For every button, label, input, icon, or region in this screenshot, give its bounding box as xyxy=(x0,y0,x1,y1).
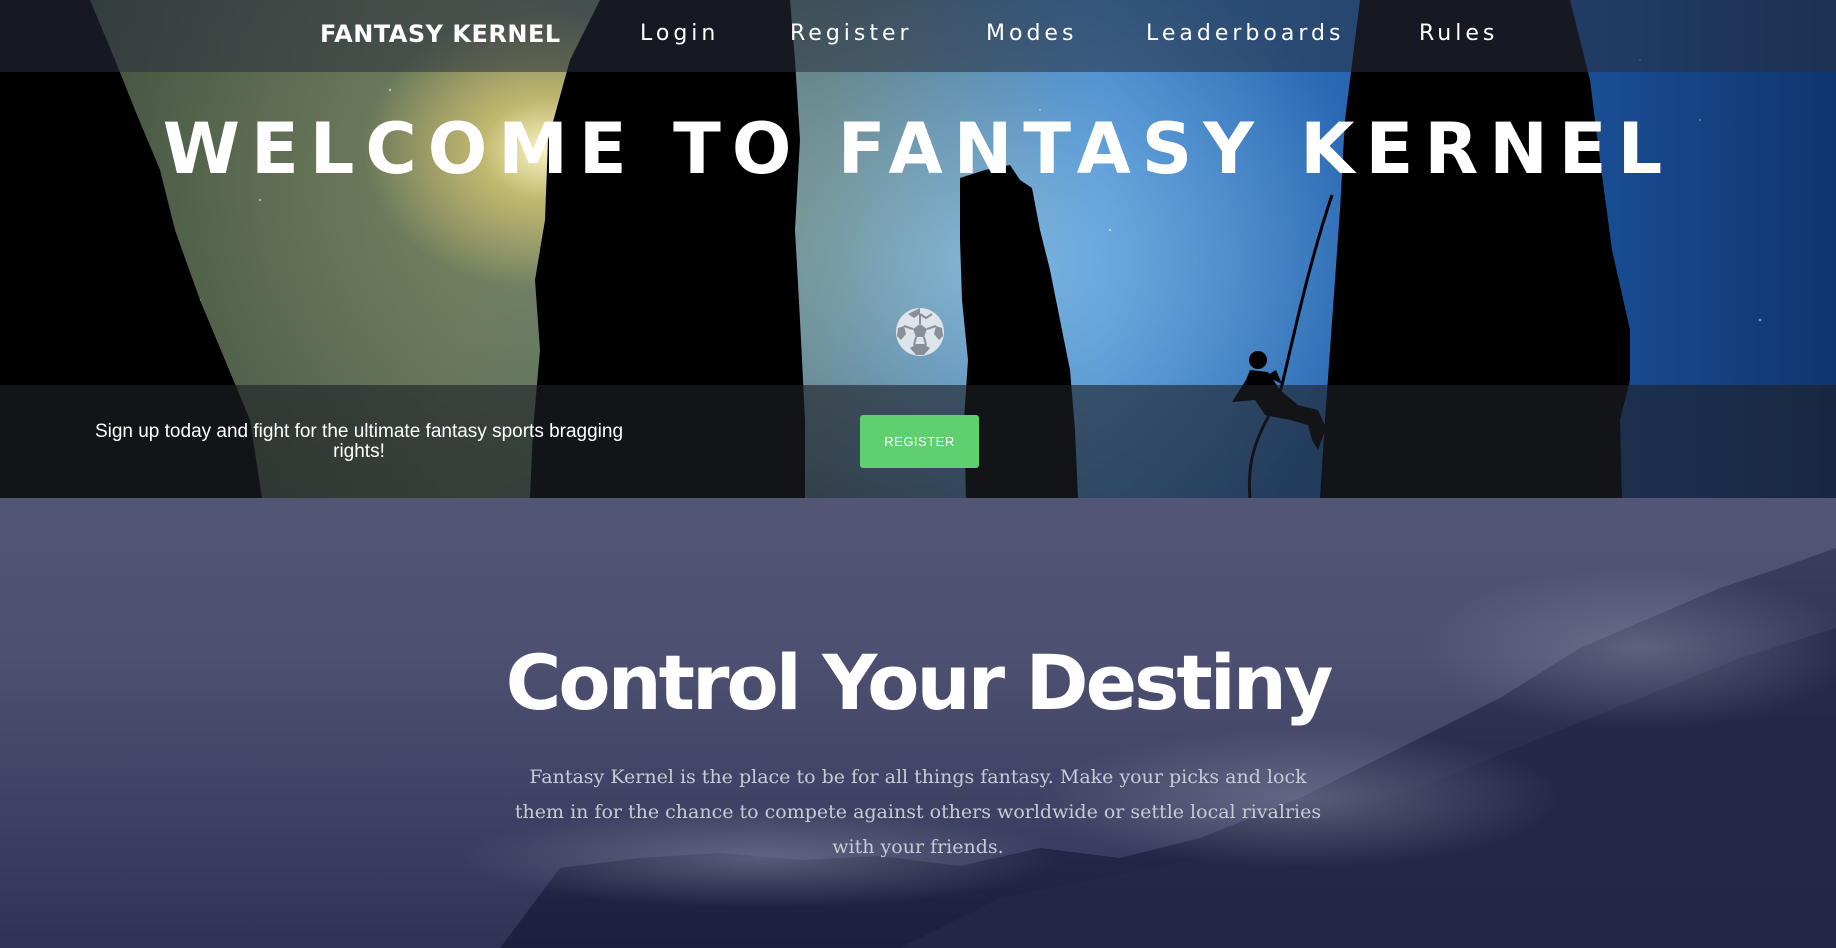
nav-link-leaderboards[interactable]: Leaderboards xyxy=(1146,21,1344,46)
register-button[interactable]: REGISTER xyxy=(860,415,979,468)
nav-link-login[interactable]: Login xyxy=(640,21,719,46)
section-description: Fantasy Kernel is the place to be for al… xyxy=(514,766,1322,858)
soccer-ball-icon xyxy=(896,308,944,356)
destiny-section: Control Your Destiny Fantasy Kernel is t… xyxy=(0,498,1836,948)
cta-band: Sign up today and fight for the ultimate… xyxy=(0,385,1836,498)
section-heading: Control Your Destiny xyxy=(505,638,1334,727)
brand-logo-link[interactable]: FANTASY KERNEL xyxy=(320,20,561,48)
cta-text: Sign up today and fight for the ultimate… xyxy=(94,421,624,462)
hero-title: WELCOME TO FANTASY KERNEL xyxy=(162,108,1674,190)
nav-link-modes[interactable]: Modes xyxy=(986,21,1077,46)
nav-link-register[interactable]: Register xyxy=(790,21,913,46)
hero-section: FANTASY KERNEL Login Register Modes Lead… xyxy=(0,0,1836,498)
top-navbar: FANTASY KERNEL Login Register Modes Lead… xyxy=(0,0,1836,72)
nav-link-rules[interactable]: Rules xyxy=(1419,21,1498,46)
